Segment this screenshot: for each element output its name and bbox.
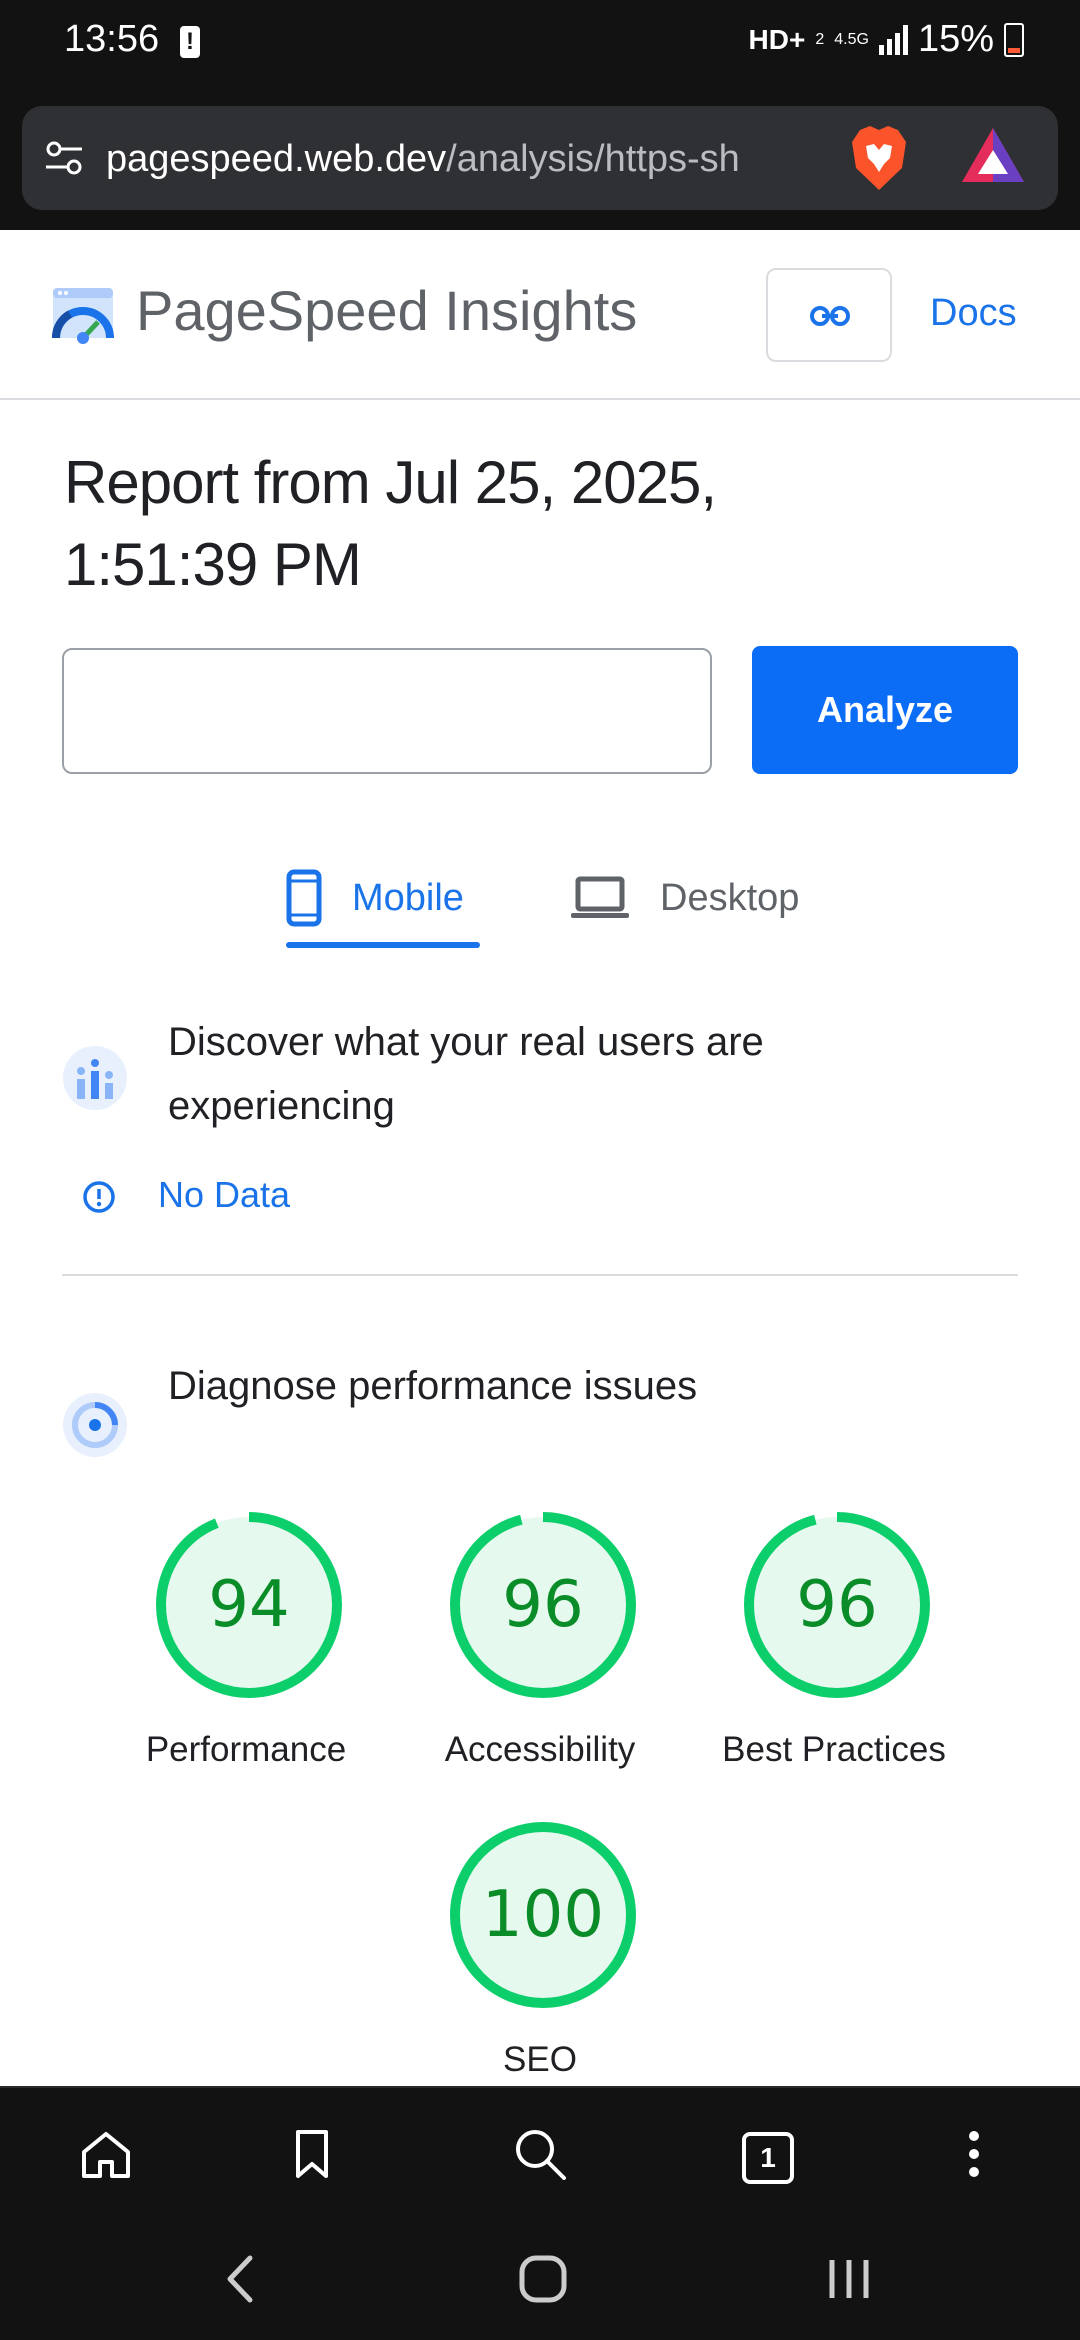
crux-heading: Discover what your real users are experi… <box>168 1020 764 1128</box>
status-bar: 13:56 HD+ 2 4.5G 15% <box>0 0 1080 80</box>
site-settings-icon[interactable] <box>44 138 84 178</box>
url-host: pagespeed.web.dev <box>106 138 447 180</box>
app-title[interactable]: PageSpeed Insights <box>136 278 637 343</box>
browser-toolbar: 1 <box>0 2086 1080 2212</box>
url-input[interactable] <box>62 648 712 774</box>
score-gauge-performance[interactable]: 94 Performance <box>126 1510 366 1780</box>
score-value: 96 <box>796 1568 878 1642</box>
score-label: SEO <box>503 2040 577 2079</box>
score-gauge-accessibility[interactable]: 96 Accessibility <box>420 1510 660 1780</box>
address-bar[interactable]: pagespeed.web.dev/analysis/https-sh <box>22 106 1058 210</box>
battery-alert-icon <box>180 26 200 58</box>
tab-mobile-label: Mobile <box>352 876 464 919</box>
no-data-link[interactable]: No Data <box>158 1174 290 1216</box>
network-sub: 2 <box>815 30 825 48</box>
info-alert-icon <box>83 1181 115 1213</box>
network-gen: 4.5G <box>834 30 869 48</box>
diagnose-gauge-icon <box>63 1393 127 1457</box>
score-value: 100 <box>481 1878 605 1952</box>
signal-icon <box>878 24 908 55</box>
score-label: Best Practices <box>722 1730 946 1769</box>
more-menu-icon[interactable] <box>944 2124 1004 2184</box>
page-content: PageSpeed Insights Docs Report from Jul … <box>0 230 1080 2086</box>
pagespeed-logo-icon[interactable] <box>50 282 116 348</box>
brave-shields-icon[interactable] <box>848 124 910 192</box>
tab-selected-indicator <box>286 942 480 948</box>
home-nav-icon[interactable] <box>518 2254 568 2304</box>
analyze-button[interactable]: Analyze <box>752 646 1018 774</box>
real-users-chart-icon <box>63 1046 127 1110</box>
network-label: HD+ <box>748 23 806 55</box>
score-gauge-seo[interactable]: 100 SEO <box>420 1820 660 2086</box>
brave-rewards-icon[interactable] <box>960 126 1026 186</box>
score-value: 96 <box>502 1568 584 1642</box>
tab-desktop[interactable]: Desktop <box>570 850 799 946</box>
phone-icon <box>286 869 322 927</box>
recent-apps-icon[interactable] <box>824 2254 874 2304</box>
score-value: 94 <box>208 1568 290 1642</box>
status-indicators: HD+ 2 4.5G 15% <box>749 18 1024 61</box>
copy-link-button[interactable] <box>766 268 892 362</box>
tab-switcher-button[interactable]: 1 <box>742 2132 794 2184</box>
battery-percent: 15% <box>917 18 994 60</box>
search-icon[interactable] <box>510 2124 570 2184</box>
system-navigation-bar <box>0 2212 1080 2340</box>
tab-mobile[interactable]: Mobile <box>286 850 464 946</box>
score-label: Performance <box>145 1730 347 1769</box>
score-label: Accessibility <box>444 1730 636 1769</box>
url-path: /analysis/https-sh <box>446 138 740 180</box>
tab-desktop-label: Desktop <box>660 876 800 919</box>
laptop-icon <box>571 876 629 918</box>
status-time: 13:56 <box>64 18 160 60</box>
score-gauge-best-practices[interactable]: 96 Best Practices <box>714 1510 954 1780</box>
bookmark-icon[interactable] <box>282 2124 342 2184</box>
browser-url-area: pagespeed.web.dev/analysis/https-sh <box>0 80 1080 230</box>
back-icon[interactable] <box>220 2254 260 2304</box>
section-divider <box>62 1274 1018 1276</box>
report-title: Report from Jul 25, 2025, 1:51:39 PM <box>64 449 717 598</box>
battery-icon <box>1004 22 1024 57</box>
home-icon[interactable] <box>76 2124 136 2184</box>
docs-link[interactable]: Docs <box>930 292 1017 335</box>
app-header: PageSpeed Insights Docs <box>0 230 1080 400</box>
url-text[interactable]: pagespeed.web.dev/analysis/https-sh <box>106 134 846 184</box>
link-icon <box>810 306 850 326</box>
diagnose-heading: Diagnose performance issues <box>168 1364 698 1408</box>
